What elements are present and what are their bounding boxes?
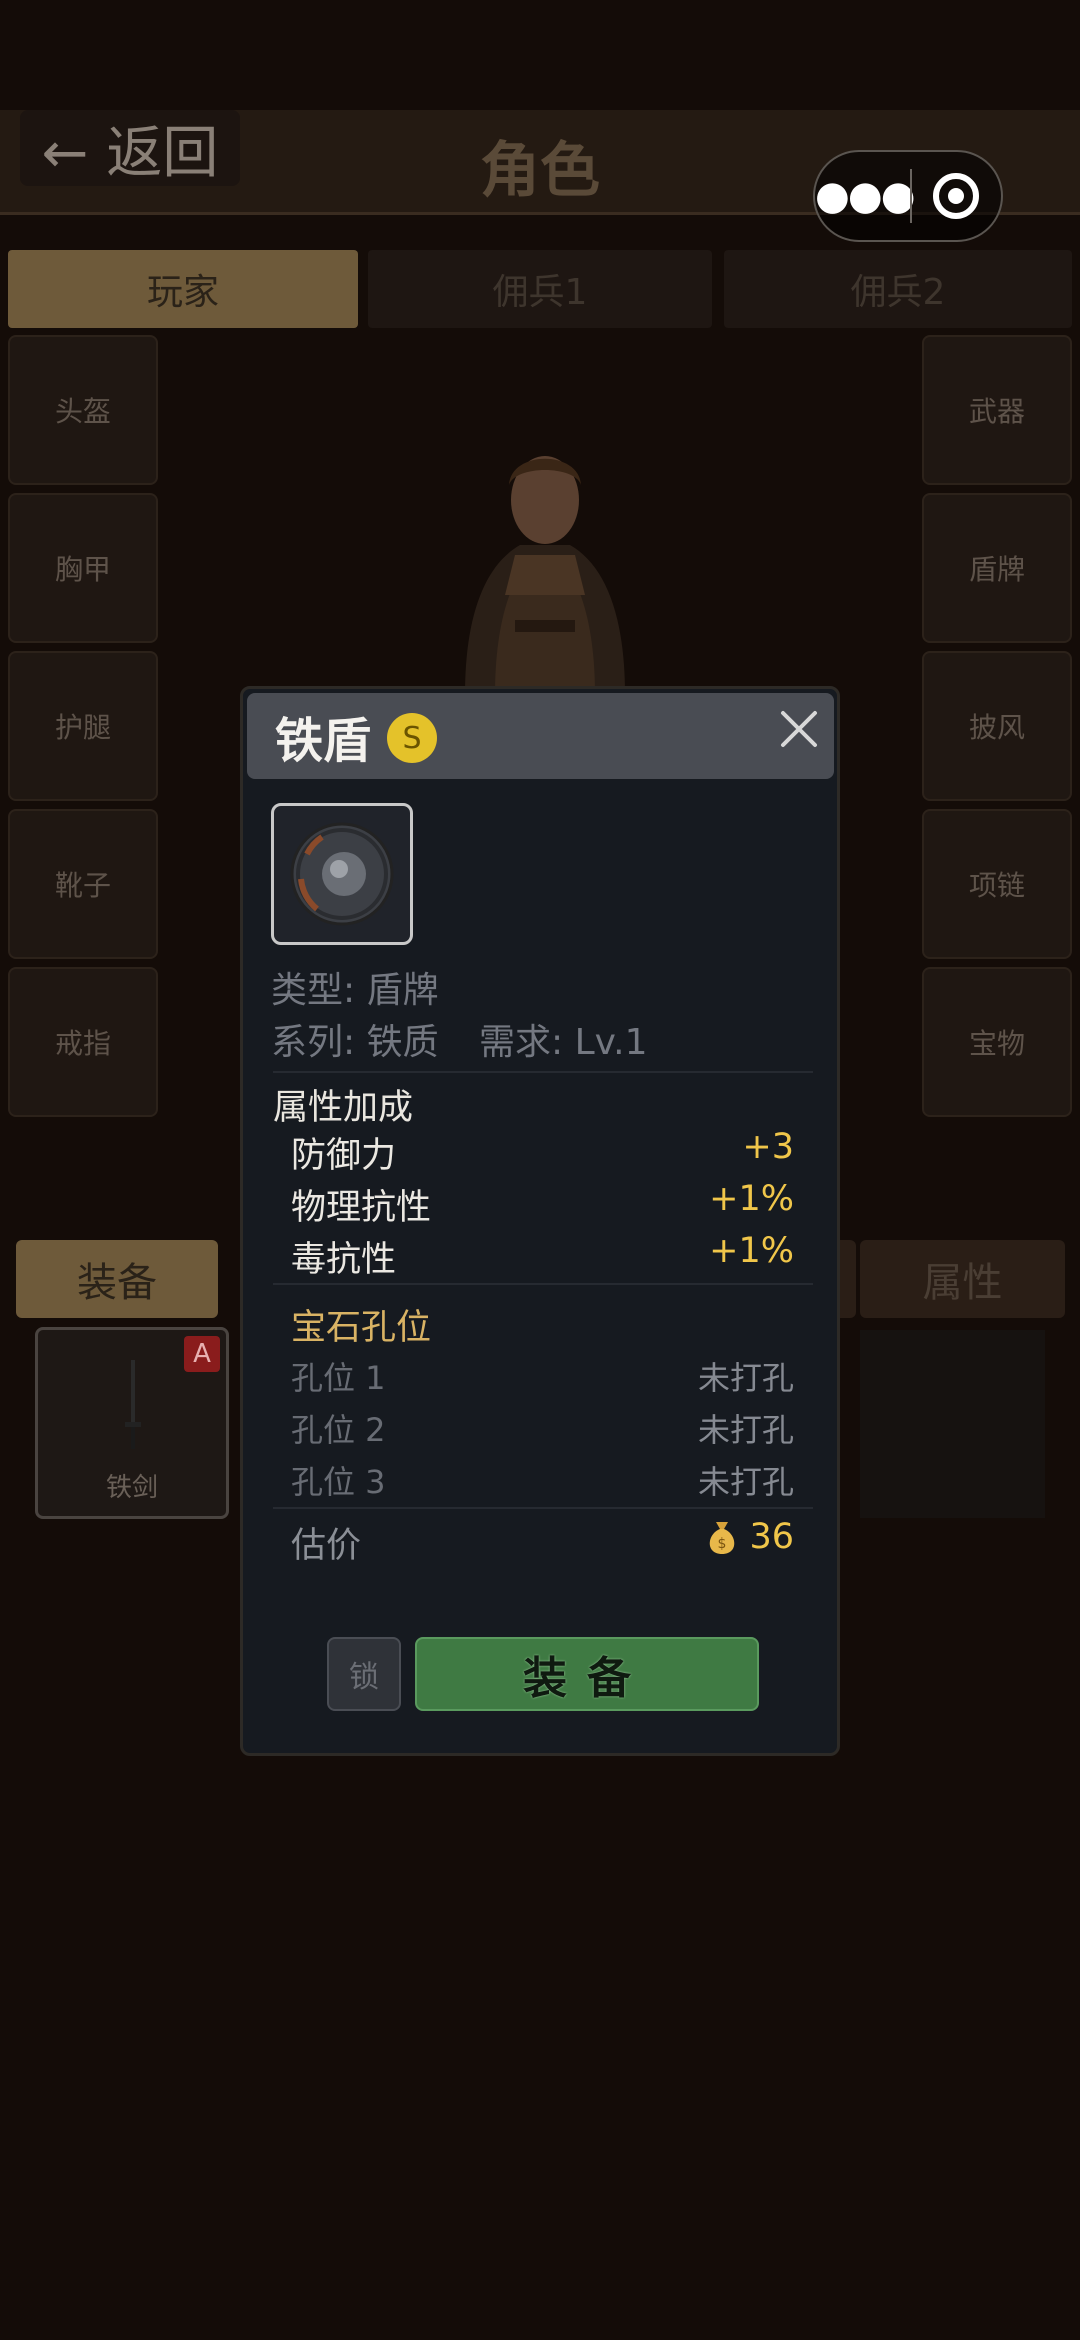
item-series: 系列: 铁质 bbox=[271, 1022, 439, 1063]
slot-shield[interactable]: 盾牌 bbox=[922, 493, 1072, 643]
divider bbox=[273, 1283, 813, 1285]
tab-mercenary-1[interactable]: 佣兵1 bbox=[368, 250, 712, 328]
shield-icon bbox=[271, 803, 413, 945]
attr-value: +3 bbox=[742, 1127, 794, 1167]
tab-attributes[interactable]: 属性 bbox=[860, 1240, 1065, 1318]
gem-slot-label: 孔位 2 bbox=[291, 1411, 386, 1449]
money-bag-icon: $ bbox=[710, 1522, 735, 1554]
price-label: 估价 bbox=[291, 1526, 362, 1566]
slot-treasure[interactable]: 宝物 bbox=[922, 967, 1072, 1117]
item-name: 铁盾 bbox=[275, 713, 372, 769]
sword-icon bbox=[125, 1360, 141, 1449]
inventory-item-label: 铁剑 bbox=[105, 1473, 158, 1503]
gem-slot-status: 未打孔 bbox=[697, 1411, 794, 1449]
attr-label: 防御力 bbox=[291, 1136, 397, 1176]
svg-text:$: $ bbox=[718, 1536, 727, 1552]
slot-cloak[interactable]: 披风 bbox=[922, 651, 1072, 801]
tab-mercenary-2[interactable]: 佣兵2 bbox=[724, 250, 1072, 328]
hero-portrait bbox=[465, 456, 625, 695]
close-miniprogram-icon[interactable] bbox=[912, 173, 1001, 219]
attr-value: +1% bbox=[709, 1179, 794, 1219]
item-detail-dialog: 铁盾 S 类型: 盾牌 系列: 铁质 需求: Lv.1 属性加成 防御力 +3 … bbox=[240, 686, 840, 1756]
attribute-panel bbox=[860, 1330, 1045, 1518]
slot-legs[interactable]: 护腿 bbox=[8, 651, 158, 801]
gem-slot-status: 未打孔 bbox=[697, 1359, 794, 1397]
attr-label: 毒抗性 bbox=[291, 1240, 397, 1280]
item-type: 类型: 盾牌 bbox=[271, 970, 439, 1011]
gem-slots-heading: 宝石孔位 bbox=[291, 1308, 432, 1348]
slot-boots[interactable]: 靴子 bbox=[8, 809, 158, 959]
tab-equipment[interactable]: 装备 bbox=[16, 1240, 218, 1318]
slot-weapon[interactable]: 武器 bbox=[922, 335, 1072, 485]
attr-value: +1% bbox=[709, 1231, 794, 1271]
slot-chest[interactable]: 胸甲 bbox=[8, 493, 158, 643]
divider bbox=[273, 1071, 813, 1073]
grade-badge: A bbox=[184, 1336, 220, 1372]
attributes-heading: 属性加成 bbox=[273, 1088, 414, 1128]
mini-program-capsule: ●●● bbox=[813, 150, 1003, 242]
equip-button[interactable]: 装备 bbox=[415, 1637, 759, 1711]
game-screen: ← 返回 角色 ●●● 玩家 佣兵1 佣兵2 头盔 胸甲 护腿 靴子 戒指 武器… bbox=[0, 0, 1080, 2340]
slot-ring[interactable]: 戒指 bbox=[8, 967, 158, 1117]
gem-slot-label: 孔位 3 bbox=[291, 1463, 386, 1501]
close-icon[interactable] bbox=[775, 705, 823, 753]
rarity-badge: S bbox=[387, 713, 437, 763]
price-amount: 36 bbox=[749, 1517, 794, 1557]
tab-player[interactable]: 玩家 bbox=[8, 250, 358, 328]
inventory-item-iron-sword[interactable]: A 铁剑 bbox=[35, 1327, 229, 1519]
tab-edge bbox=[838, 1240, 856, 1318]
lock-button[interactable]: 锁 bbox=[327, 1637, 401, 1711]
attr-label: 物理抗性 bbox=[291, 1188, 432, 1228]
gem-slot-status: 未打孔 bbox=[697, 1463, 794, 1501]
more-icon[interactable]: ●●● bbox=[815, 176, 916, 216]
price: $ 36 bbox=[705, 1517, 794, 1557]
divider bbox=[273, 1507, 813, 1509]
gem-slot-label: 孔位 1 bbox=[291, 1359, 386, 1397]
dialog-header: 铁盾 S bbox=[247, 693, 834, 779]
item-requirement: 需求: Lv.1 bbox=[479, 1022, 648, 1063]
slot-necklace[interactable]: 项链 bbox=[922, 809, 1072, 959]
slot-helmet[interactable]: 头盔 bbox=[8, 335, 158, 485]
